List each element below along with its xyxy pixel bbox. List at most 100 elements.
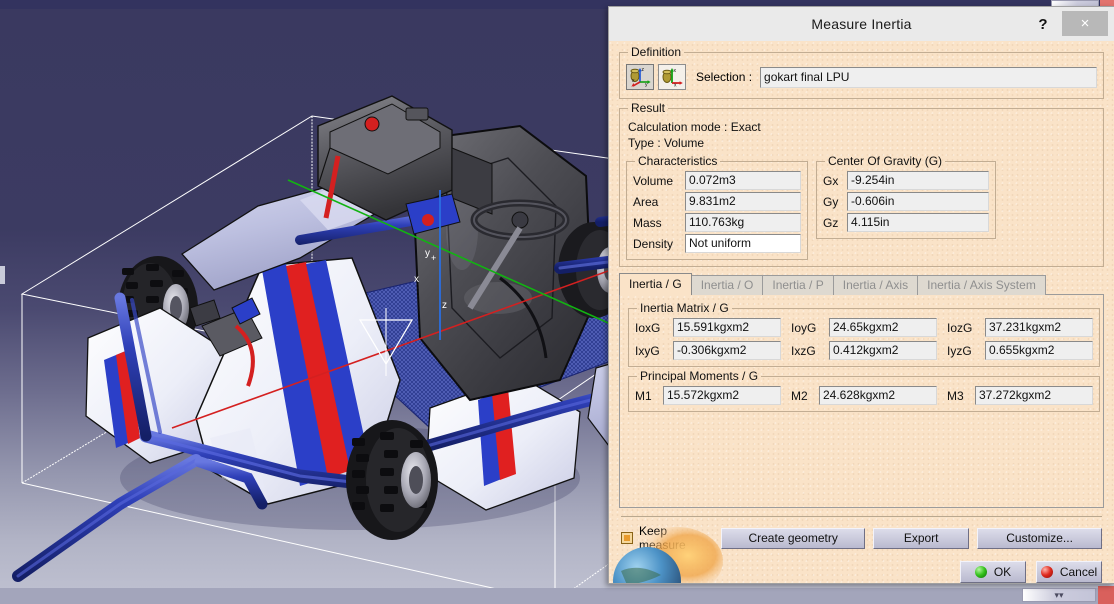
characteristic-row: Density Not uniform <box>633 234 801 253</box>
ioxg-label: IoxG <box>635 320 661 335</box>
center-of-gravity-legend: Center Of Gravity (G) <box>828 154 943 168</box>
ioyg-label: IoyG <box>791 320 817 335</box>
scrollbar-end-marker-bottom <box>1098 586 1114 604</box>
m3-value[interactable]: 37.272kgxm2 <box>975 386 1093 405</box>
help-icon[interactable]: ? <box>1032 13 1054 35</box>
m3-label: M3 <box>947 388 964 403</box>
gx-label: Gx <box>823 173 839 188</box>
tab-inertia-o[interactable]: Inertia / O <box>690 275 764 295</box>
mass-label: Mass <box>633 215 662 230</box>
characteristic-row: Area 9.831m2 <box>633 192 801 211</box>
characteristic-row: Volume 0.072m3 <box>633 171 801 190</box>
m2-label: M2 <box>791 388 808 403</box>
ixzg-value[interactable]: 0.412kgxm2 <box>829 341 937 360</box>
customize-button[interactable]: Customize... <box>977 527 1102 549</box>
iyzg-value[interactable]: 0.655kgxm2 <box>985 341 1093 360</box>
inertia-matrix-group: Inertia Matrix / G IoxG 15.591kgxm2 IoyG… <box>628 301 1100 367</box>
iozg-value[interactable]: 37.231kgxm2 <box>985 318 1093 337</box>
iozg-label: IozG <box>947 320 973 335</box>
inertia-axis-system-icon[interactable]: z y x <box>626 64 654 90</box>
center-of-gravity-group: Center Of Gravity (G) Gx -9.254in Gy -0.… <box>816 154 996 239</box>
checkbox-checked-icon <box>621 532 633 544</box>
wheel-front-right <box>346 420 438 540</box>
tab-panel-inertia-g: Inertia Matrix / G IoxG 15.591kgxm2 IoyG… <box>619 294 1104 508</box>
ixyg-label: IxyG <box>635 343 660 358</box>
inertia-tabs: Inertia / G Inertia / O Inertia / P Iner… <box>619 273 1104 508</box>
ok-status-icon <box>974 566 987 578</box>
tab-inertia-p[interactable]: Inertia / P <box>762 275 834 295</box>
type-line: Type : Volume <box>628 136 705 150</box>
application-window: + y x z ▾▾ Measure Inertia ? × Definitio… <box>0 0 1114 604</box>
gx-value[interactable]: -9.254in <box>847 171 989 190</box>
inertia-matrix-row: IxyG -0.306kgxm2 IxzG 0.412kgxm2 IyzG 0.… <box>635 341 1093 360</box>
definition-group: Definition z y x x x Selection: gokart … <box>619 45 1104 99</box>
principal-moments-group: Principal Moments / G M1 15.572kgxm2 M2 … <box>628 369 1100 412</box>
ioxg-value[interactable]: 15.591kgxm2 <box>673 318 781 337</box>
ixyg-value[interactable]: -0.306kgxm2 <box>673 341 781 360</box>
gz-label: Gz <box>823 215 839 230</box>
ok-label: OK <box>993 565 1012 579</box>
cancel-button[interactable]: Cancel <box>1036 561 1102 583</box>
keep-measure-checkbox[interactable]: Keep measure <box>621 524 713 552</box>
calculation-mode-line: Calculation mode : Exact <box>628 120 761 134</box>
cog-row: Gy -0.606in <box>823 192 989 211</box>
keep-measure-label: Keep measure <box>639 524 686 552</box>
dialog-title: Measure Inertia <box>811 16 912 32</box>
svg-text:z: z <box>642 67 645 73</box>
axis-label-z: z <box>442 300 447 311</box>
window-bottom-bar <box>0 588 1114 604</box>
tab-inertia-axis-system[interactable]: Inertia / Axis System <box>917 275 1046 295</box>
cancel-status-icon <box>1040 566 1053 578</box>
characteristics-legend: Characteristics <box>638 154 718 168</box>
principal-moments-row: M1 15.572kgxm2 M2 24.628kgxm2 M3 37.272k… <box>635 386 1093 405</box>
volume-label: Volume <box>633 173 674 188</box>
close-icon[interactable]: × <box>1062 11 1108 36</box>
horizontal-scrollbar-bottom[interactable]: ▾▾ <box>1022 588 1096 602</box>
inertia-matrix-row: IoxG 15.591kgxm2 IoyG 24.65kgxm2 IozG 37… <box>635 318 1093 337</box>
definition-legend: Definition <box>631 45 682 59</box>
scrollbar-grip-icon: ▾▾ <box>1054 589 1064 600</box>
area-value[interactable]: 9.831m2 <box>685 192 801 211</box>
area-label: Area <box>633 194 659 209</box>
axis-label-x: x <box>414 274 419 285</box>
dialog-titlebar[interactable]: Measure Inertia ? × <box>609 7 1114 41</box>
m1-value[interactable]: 15.572kgxm2 <box>663 386 781 405</box>
m1-label: M1 <box>635 388 652 403</box>
characteristics-group: Characteristics Volume 0.072m3 Area 9.83… <box>626 154 808 260</box>
dialog-body: Definition z y x x x Selection: gokart … <box>609 41 1114 583</box>
tab-inertia-g[interactable]: Inertia / G <box>619 273 692 295</box>
svg-text:x: x <box>674 68 677 74</box>
ioyg-value[interactable]: 24.65kgxm2 <box>829 318 937 337</box>
volume-value[interactable]: 0.072m3 <box>685 171 801 190</box>
cancel-label: Cancel <box>1059 565 1098 579</box>
tab-inertia-axis[interactable]: Inertia / Axis <box>832 275 919 295</box>
cog-row: Gz 4.115in <box>823 213 989 232</box>
gz-value[interactable]: 4.115in <box>847 213 989 232</box>
iyzg-label: IyzG <box>947 343 972 358</box>
m2-value[interactable]: 24.628kgxm2 <box>819 386 937 405</box>
inertia-local-axis-icon[interactable]: x x <box>658 64 686 90</box>
viewport-left-edge-artifact <box>0 266 5 284</box>
result-legend: Result <box>631 101 666 115</box>
ixzg-label: IxzG <box>791 343 816 358</box>
ok-button[interactable]: OK <box>960 561 1026 583</box>
characteristic-row: Mass 110.763kg <box>633 213 801 232</box>
selection-input[interactable]: gokart final LPU <box>760 66 1097 88</box>
selection-label: Selection : <box>696 70 753 84</box>
gy-label: Gy <box>823 194 839 209</box>
export-button[interactable]: Export <box>873 527 970 549</box>
cog-row: Gx -9.254in <box>823 171 989 190</box>
inertia-matrix-legend: Inertia Matrix / G <box>640 301 729 315</box>
create-geometry-button[interactable]: Create geometry <box>721 527 866 549</box>
density-value[interactable]: Not uniform <box>685 234 801 253</box>
axis-origin-marker: + <box>431 253 436 263</box>
footer-actions: Keep measure Create geometry Export Cust… <box>619 517 1104 552</box>
tab-strip: Inertia / G Inertia / O Inertia / P Iner… <box>619 273 1104 295</box>
principal-moments-legend: Principal Moments / G <box>640 369 759 383</box>
result-group: Result Calculation mode : Exact Type : V… <box>619 101 1104 267</box>
gy-value[interactable]: -0.606in <box>847 192 989 211</box>
mass-value[interactable]: 110.763kg <box>685 213 801 232</box>
measure-inertia-dialog: Measure Inertia ? × Definition z y x x x… <box>608 6 1114 584</box>
axis-label-y: y <box>425 248 430 259</box>
density-label: Density <box>633 236 674 251</box>
